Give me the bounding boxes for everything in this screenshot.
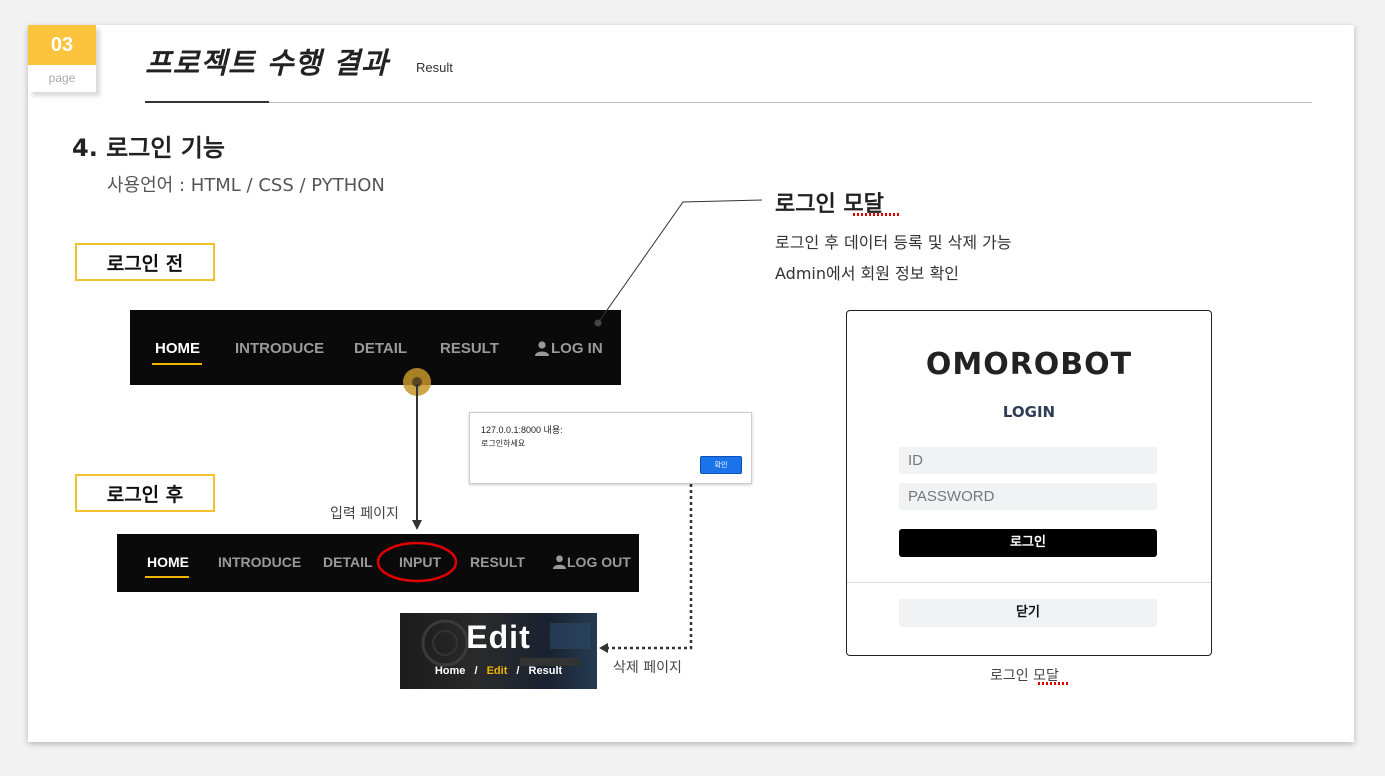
omorobot-logo: OMOROBOT (925, 347, 1133, 382)
page-number: 03 (28, 25, 96, 65)
login-modal: OMOROBOT LOGIN ID PASSWORD 로그인 닫기 (846, 310, 1212, 656)
delete-flow-arrow-head (599, 643, 608, 653)
flow-arrow-head (412, 520, 422, 530)
breadcrumb-home[interactable]: Home (435, 665, 466, 677)
alert-ok-button[interactable]: 확인 (700, 456, 742, 474)
modal-divider (847, 582, 1211, 583)
login-heading: LOGIN (1002, 403, 1056, 421)
edit-breadcrumb: Home / Edit / Result (400, 665, 597, 677)
close-button[interactable]: 닫기 (899, 599, 1157, 627)
modal-description-1: 로그인 후 데이터 등록 및 삭제 가능 (775, 233, 1012, 252)
spellcheck-squiggle (853, 213, 901, 216)
breadcrumb-result[interactable]: Result (529, 665, 563, 677)
edit-banner-title: Edit (466, 619, 531, 655)
password-field[interactable]: PASSWORD (899, 483, 1157, 510)
modal-description-2: Admin에서 회원 정보 확인 (775, 264, 960, 283)
callout-dot (594, 319, 602, 327)
browser-alert-dialog: 127.0.0.1:8000 내용: 로그인하세요 확인 (469, 412, 752, 484)
page-label: page (48, 71, 76, 85)
input-highlight-circle (376, 541, 458, 583)
edit-page-banner: Edit Home / Edit / Result (400, 613, 597, 689)
modal-callout-line (597, 199, 763, 324)
id-field[interactable]: ID (899, 447, 1157, 474)
page-number-box: 03 page (28, 25, 96, 92)
delete-flow-dotted-line (606, 478, 693, 650)
alert-message: 로그인하세요 (481, 439, 526, 448)
breadcrumb-current: Edit (486, 665, 508, 677)
login-button[interactable]: 로그인 (899, 529, 1157, 557)
spellcheck-squiggle (1038, 682, 1070, 685)
breadcrumb-separator: / (474, 665, 478, 677)
breadcrumb-separator: / (516, 665, 520, 677)
delete-page-label: 삭제 페이지 (613, 660, 682, 676)
alert-host: 127.0.0.1:8000 내용: (481, 425, 563, 435)
input-page-label: 입력 페이지 (330, 506, 399, 522)
